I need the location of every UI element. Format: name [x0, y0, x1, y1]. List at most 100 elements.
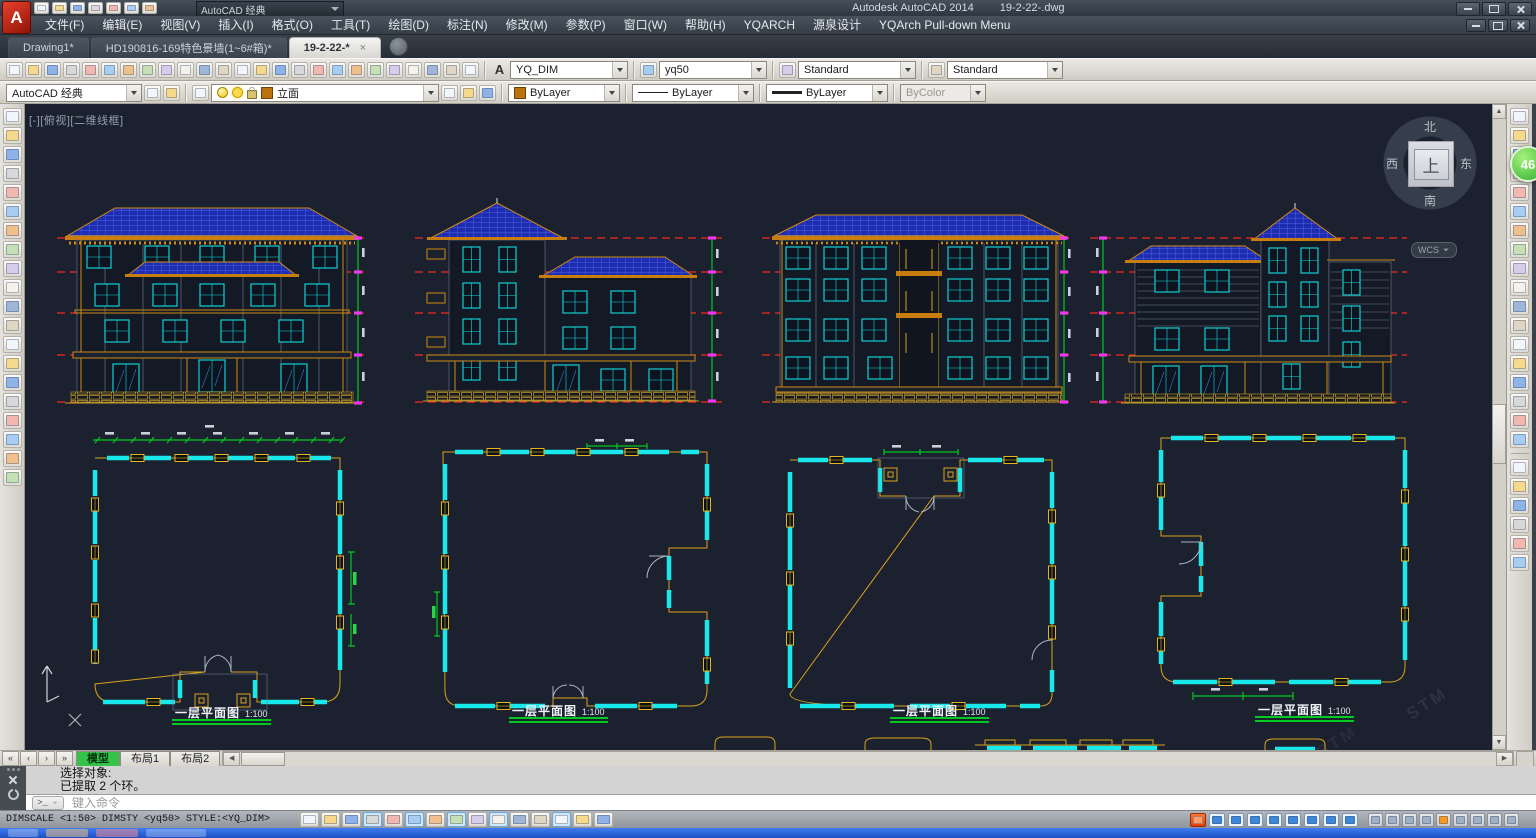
multiline-text-icon[interactable]	[3, 450, 22, 467]
layout-nav-button-3[interactable]: »	[56, 751, 73, 766]
menu-item-11[interactable]: 帮助(H)	[676, 16, 735, 35]
chevron-down-icon[interactable]	[126, 85, 141, 101]
menu-item-6[interactable]: 绘图(D)	[379, 16, 438, 35]
layout-nav-button-1[interactable]: ‹	[20, 751, 37, 766]
table-style-icon[interactable]	[779, 62, 796, 78]
cut-icon[interactable]	[139, 62, 156, 78]
tool-palettes-icon[interactable]	[386, 62, 403, 78]
sogou-logo-icon[interactable]	[1190, 813, 1206, 827]
designcenter-icon[interactable]	[367, 62, 384, 78]
line-icon[interactable]	[3, 108, 22, 125]
dyn-icon[interactable]	[489, 812, 508, 827]
sogou-menu-icon[interactable]	[1342, 813, 1358, 827]
otrack-icon[interactable]	[447, 812, 466, 827]
join-icon[interactable]	[1510, 355, 1529, 372]
selection-cycling-icon[interactable]	[573, 812, 592, 827]
bring-above-objects-icon[interactable]	[1510, 497, 1529, 514]
send-to-back-icon[interactable]	[1510, 478, 1529, 495]
linetype-dropdown[interactable]: ByLayer	[632, 84, 754, 102]
hatch-icon[interactable]	[3, 374, 22, 391]
chevron-down-icon[interactable]	[751, 62, 766, 78]
text-to-front-icon[interactable]	[1510, 535, 1529, 552]
quick-properties-icon[interactable]	[552, 812, 571, 827]
layer-properties-manager-icon[interactable]	[192, 85, 209, 101]
polygon-icon[interactable]	[3, 165, 22, 182]
extend-icon[interactable]	[1510, 298, 1529, 315]
menu-item-14[interactable]: YQArch Pull-down Menu	[870, 16, 1019, 35]
workspace-dropdown-classic[interactable]: AutoCAD 经典	[6, 84, 142, 102]
circle-icon[interactable]	[3, 222, 22, 239]
save-icon[interactable]	[44, 62, 61, 78]
viewport-controls[interactable]: [-][俯视][二维线框]	[29, 112, 124, 128]
insert-block-icon[interactable]	[3, 317, 22, 334]
markup-set-manager-icon[interactable]	[424, 62, 441, 78]
doc-close-button[interactable]	[1510, 19, 1530, 32]
qat-plot-icon[interactable]	[106, 2, 121, 14]
mleader-style-icon[interactable]	[928, 62, 945, 78]
interface-lock-icon[interactable]	[1419, 813, 1434, 827]
viewcube-north-label[interactable]: 北	[1424, 118, 1436, 135]
tray-balloon-icon[interactable]	[1470, 813, 1485, 827]
workspace-settings-icon[interactable]	[144, 85, 161, 101]
annotation-monitor-icon[interactable]	[594, 812, 613, 827]
hatch-to-back-icon[interactable]	[1510, 554, 1529, 571]
plot-icon[interactable]	[63, 62, 80, 78]
layout-tab-1[interactable]: 布局1	[120, 751, 170, 766]
3d-osnap-icon[interactable]	[426, 812, 445, 827]
menu-item-0[interactable]: 文件(F)	[36, 16, 93, 35]
scroll-down-button[interactable]: ▼	[1492, 735, 1506, 750]
layer-lock-icon[interactable]	[247, 90, 257, 99]
open-icon[interactable]	[25, 62, 42, 78]
lineweight-dropdown[interactable]: ByLayer	[766, 84, 888, 102]
layout-nav-button-0[interactable]: «	[2, 751, 19, 766]
copy-object-icon[interactable]	[1510, 127, 1529, 144]
lwt-icon[interactable]	[510, 812, 529, 827]
layout-tab-0[interactable]: 模型	[76, 751, 120, 766]
menu-item-2[interactable]: 视图(V)	[151, 16, 209, 35]
make-object-layer-current-icon[interactable]	[441, 85, 458, 101]
taskbar-button[interactable]	[146, 829, 206, 837]
plot-preview-icon[interactable]	[82, 62, 99, 78]
chevron-down-icon[interactable]	[872, 85, 887, 101]
layer-previous-icon[interactable]	[460, 85, 477, 101]
ellipse-arc-icon[interactable]	[3, 298, 22, 315]
annotation-visibility-icon[interactable]	[1368, 813, 1383, 827]
zoom-previous-icon[interactable]	[329, 62, 346, 78]
file-tab-19-2-22[interactable]: 19-2-22-* ×	[289, 37, 381, 58]
scroll-up-button[interactable]: ▲	[1492, 104, 1506, 119]
vertical-scrollbar[interactable]: ▲ ▼	[1492, 104, 1506, 750]
transmit-icon[interactable]	[120, 62, 137, 78]
properties-icon[interactable]	[348, 62, 365, 78]
scroll-left-button[interactable]: ◀	[223, 752, 240, 766]
command-prompt-icon[interactable]: >_	[32, 796, 64, 810]
command-input[interactable]	[70, 795, 1536, 811]
chevron-down-icon[interactable]	[738, 85, 753, 101]
text-style-icon[interactable]: A	[491, 62, 508, 77]
qat-redo-icon[interactable]	[142, 2, 157, 14]
point-icon[interactable]	[3, 355, 22, 372]
erase-icon[interactable]	[1510, 108, 1529, 125]
paste-icon[interactable]	[177, 62, 194, 78]
taskbar-button[interactable]	[8, 829, 38, 837]
command-window-grip[interactable]	[0, 766, 26, 810]
grid-icon[interactable]	[342, 812, 361, 827]
region-icon[interactable]	[3, 412, 22, 429]
horizontal-scrollbar[interactable]: ◀ ▶	[222, 751, 1514, 767]
annotation-autoscale-icon[interactable]	[1385, 813, 1400, 827]
menu-item-7[interactable]: 标注(N)	[438, 16, 497, 35]
taskbar-button[interactable]	[96, 829, 138, 837]
punctuation-icon[interactable]	[1228, 813, 1244, 827]
osnap-icon[interactable]	[405, 812, 424, 827]
drawing-canvas[interactable]: [-][俯视][二维线框] 北 南 西 东 上 WCS 一层平面图 1:100 …	[25, 104, 1492, 750]
break-at-point-icon[interactable]	[1510, 317, 1529, 334]
scroll-right-button[interactable]: ▶	[1496, 752, 1513, 766]
array-icon[interactable]	[1510, 184, 1529, 201]
sheetset-manager-icon[interactable]	[405, 62, 422, 78]
ortho-icon[interactable]	[363, 812, 382, 827]
new-tab-button[interactable]	[389, 37, 408, 56]
redo-icon[interactable]	[253, 62, 270, 78]
dim-style-icon[interactable]	[640, 62, 657, 78]
polyline-icon[interactable]	[3, 146, 22, 163]
zoom-realtime-icon[interactable]	[291, 62, 308, 78]
text-style-dropdown[interactable]: YQ_DIM	[510, 61, 628, 79]
